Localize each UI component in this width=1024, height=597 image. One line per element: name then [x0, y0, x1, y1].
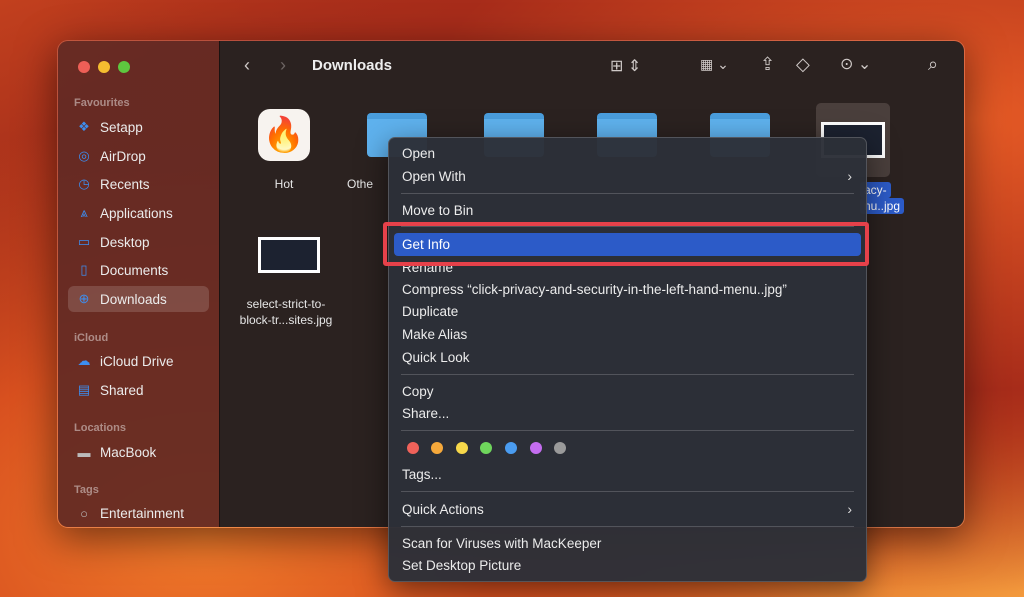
menu-item-make-alias[interactable]: Make Alias [402, 327, 467, 342]
menu-item-set-desktop-picture[interactable]: Set Desktop Picture [402, 558, 521, 573]
section-icloud: iCloud [74, 332, 109, 344]
label: MacBook [100, 444, 157, 460]
chevron-right-icon: › [847, 168, 852, 184]
desktop-icon: ▭ [77, 234, 91, 249]
applications-icon: ⩓ [80, 205, 88, 220]
document-icon: ▯ [80, 262, 88, 277]
back-icon[interactable]: ‹ [244, 55, 250, 76]
tag-color-red[interactable] [407, 442, 419, 454]
icon-view-icon[interactable]: ⊞ ⇕ [610, 56, 641, 76]
drive-icon: ▬ [77, 444, 91, 460]
menu-item-duplicate[interactable]: Duplicate [402, 304, 458, 319]
menu-item-share[interactable]: Share... [402, 406, 449, 421]
sidebar-item-desktop[interactable]: ▭ Desktop [68, 229, 209, 255]
tag-color-green[interactable] [480, 442, 492, 454]
label: Downloads [100, 291, 167, 307]
sidebar-item-setapp[interactable]: ❖ Setapp [68, 114, 209, 140]
label: Entertainment [100, 505, 185, 521]
hot-app-icon: 🔥 [258, 109, 310, 161]
menu-item-copy[interactable]: Copy [402, 384, 434, 399]
sidebar-item-recents[interactable]: ◷ Recents [68, 171, 209, 197]
sidebar-item-applications[interactable]: ⩓ Applications [68, 200, 209, 226]
label: Open With [402, 169, 466, 184]
search-icon[interactable]: ⌕ [928, 54, 938, 75]
label: Shared [100, 382, 144, 398]
menu-item-open[interactable]: Open [402, 146, 435, 161]
download-icon: ⊕ [78, 291, 90, 306]
menu-item-quick-look[interactable]: Quick Look [402, 350, 470, 365]
sidebar-item-downloads[interactable]: ⊕ Downloads [68, 286, 209, 312]
group-icon[interactable]: ▦ ⌄ [700, 56, 729, 73]
airdrop-icon: ◎ [78, 148, 90, 163]
window-title: Downloads [312, 57, 393, 74]
label: Setapp [100, 119, 143, 135]
sidebar-item-entertainment[interactable]: ○ Entertainment [68, 500, 209, 526]
sidebar-item-airdrop[interactable]: ◎ AirDrop [68, 143, 209, 169]
menu-item-compress[interactable]: Compress “click-privacy-and-security-in-… [402, 282, 787, 297]
tag-color-grey[interactable] [554, 442, 566, 454]
clock-icon: ◷ [78, 176, 90, 191]
menu-item-open-with[interactable]: Open With [402, 169, 852, 184]
cloud-icon: ☁ [77, 353, 91, 368]
section-favourites: Favourites [74, 97, 130, 109]
tag-color-purple[interactable] [530, 442, 542, 454]
menu-item-move-to-bin[interactable]: Move to Bin [402, 203, 473, 218]
context-menu: Open Open With › Move to Bin Get Info Re… [388, 137, 867, 582]
label: Desktop [100, 234, 150, 250]
file-name: Hot [274, 177, 294, 191]
menu-item-quick-actions[interactable]: Quick Actions [402, 502, 484, 517]
file-name: select-strict-to-block-tr...sites.jpg [239, 297, 333, 327]
close-button[interactable] [78, 61, 90, 73]
menu-item-tags[interactable]: Tags... [402, 467, 442, 482]
label: Applications [100, 205, 173, 221]
sidebar-item-shared[interactable]: ▤ Shared [68, 377, 209, 403]
tag-color-blue[interactable] [505, 442, 517, 454]
annotation-highlight-box [383, 222, 869, 266]
tag-color-orange[interactable] [431, 442, 443, 454]
label: Recents [100, 176, 150, 192]
share-icon[interactable]: ⇪ [760, 54, 775, 75]
sidebar-item-icloud-drive[interactable]: ☁ iCloud Drive [68, 348, 209, 374]
forward-icon[interactable]: › [280, 55, 286, 76]
label: iCloud Drive [100, 353, 174, 369]
more-icon[interactable]: ⊙ ⌄ [840, 54, 871, 74]
chevron-right-icon: › [847, 501, 852, 517]
tag-color-yellow[interactable] [456, 442, 468, 454]
label: Documents [100, 262, 169, 278]
sidebar: Favourites ❖ Setapp ◎ AirDrop ◷ Recents ⩓ Ap… [58, 41, 219, 527]
zoom-button[interactable] [118, 61, 130, 73]
sidebar-item-macbook[interactable]: ▬ MacBook [68, 439, 209, 465]
image-thumbnail [258, 237, 320, 273]
file-name: Othe [347, 177, 374, 191]
sidebar-item-documents[interactable]: ▯ Documents [68, 257, 209, 283]
setapp-icon: ❖ [78, 119, 90, 134]
minimize-button[interactable] [98, 61, 110, 73]
section-tags: Tags [74, 484, 99, 496]
shared-folder-icon: ▤ [77, 382, 91, 397]
tag-icon[interactable]: ◇ [796, 54, 810, 75]
section-locations: Locations [74, 422, 126, 434]
label: AirDrop [100, 148, 146, 164]
tag-circle-icon: ○ [80, 505, 88, 521]
menu-item-scan-viruses[interactable]: Scan for Viruses with MacKeeper [402, 536, 601, 551]
